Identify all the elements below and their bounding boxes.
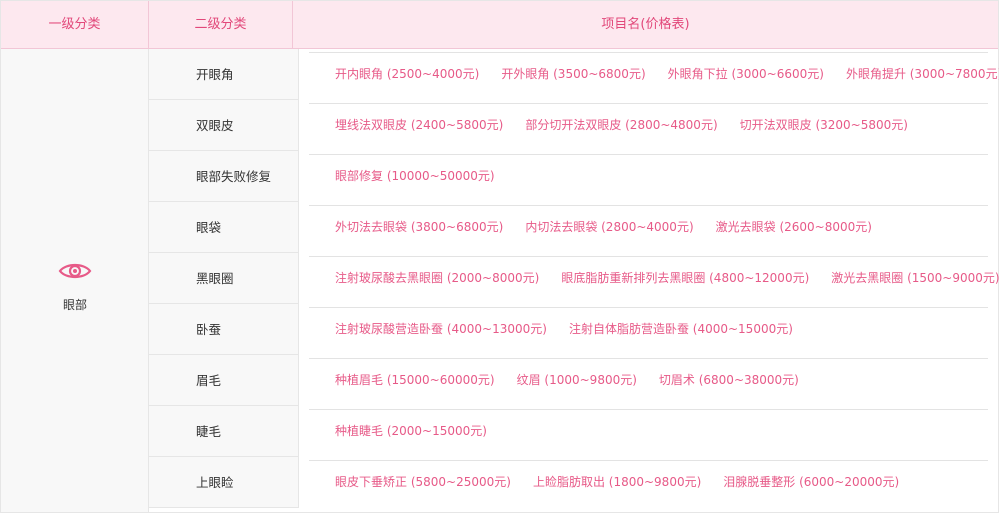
project-link[interactable]: 眼底脂肪重新排列去黑眼圈 (4800~12000元) — [561, 271, 809, 285]
project-links: 注射玻尿酸去黑眼圈 (2000~8000元) 眼底脂肪重新排列去黑眼圈 (4800… — [335, 253, 999, 304]
project-list-cell: 眼皮下垂矫正 (5800~25000元) 上睑脂肪取出 (1800~9800元) 泪… — [299, 457, 998, 508]
table-row: 睫毛 种植睫毛 (2000~15000元) — [149, 406, 998, 457]
project-list-cell: 种植眉毛 (15000~60000元) 纹眉 (1000~9800元) 切眉术 (6… — [299, 355, 998, 406]
project-link[interactable]: 激光去眼袋 (2600~8000元) — [716, 220, 872, 234]
secondary-category-cell: 眉毛 — [149, 355, 299, 406]
project-links: 注射玻尿酸营造卧蚕 (4000~13000元) 注射自体脂肪营造卧蚕 (4000~… — [335, 304, 815, 355]
project-link[interactable]: 部分切开法双眼皮 (2800~4800元) — [525, 118, 717, 132]
project-link[interactable]: 开内眼角 (2500~4000元) — [335, 67, 479, 81]
project-link[interactable]: 外眼角下拉 (3000~6600元) — [668, 67, 824, 81]
project-link[interactable]: 泪腺脱垂整形 (6000~20000元) — [723, 475, 899, 489]
project-link[interactable]: 眼部修复 (10000~50000元) — [335, 169, 495, 183]
header-secondary-category: 二级分类 — [149, 1, 293, 49]
project-link[interactable]: 纹眉 (1000~9800元) — [517, 373, 637, 387]
project-links: 外切法去眼袋 (3800~6800元) 内切法去眼袋 (2800~4000元) 激光… — [335, 202, 894, 253]
eye-icon — [58, 263, 92, 279]
table-row: 上眼睑 眼皮下垂矫正 (5800~25000元) 上睑脂肪取出 (1800~9800… — [149, 457, 998, 508]
header-project-price: 项目名(价格表) — [601, 17, 690, 32]
project-link[interactable]: 外眼角提升 (3000~7800元) — [846, 67, 999, 81]
table-row: 开眼角 开内眼角 (2500~4000元) 开外眼角 (3500~6800元) 外眼角… — [149, 49, 999, 100]
project-list-cell: 种植睫毛 (2000~15000元) — [299, 406, 998, 457]
project-list-cell: 注射玻尿酸去黑眼圈 (2000~8000元) 眼底脂肪重新排列去黑眼圈 (4800… — [299, 253, 999, 304]
project-links: 种植睫毛 (2000~15000元) — [335, 406, 509, 457]
project-link[interactable]: 种植眉毛 (15000~60000元) — [335, 373, 495, 387]
project-link[interactable]: 切眉术 (6800~38000元) — [659, 373, 799, 387]
table-row: 黑眼圈 注射玻尿酸去黑眼圈 (2000~8000元) 眼底脂肪重新排列去黑眼圈 (4… — [149, 253, 999, 304]
project-link[interactable]: 开外眼角 (3500~6800元) — [501, 67, 645, 81]
secondary-category-label: 眼部失败修复 — [196, 169, 272, 184]
project-list-cell: 外切法去眼袋 (3800~6800元) 内切法去眼袋 (2800~4000元) 激光… — [299, 202, 998, 253]
project-link[interactable]: 眼皮下垂矫正 (5800~25000元) — [335, 475, 511, 489]
secondary-category-label: 睫毛 — [196, 424, 222, 439]
project-link[interactable]: 注射玻尿酸去黑眼圈 (2000~8000元) — [335, 271, 539, 285]
secondary-category-label: 开眼角 — [196, 67, 234, 82]
project-link[interactable]: 注射自体脂肪营造卧蚕 (4000~15000元) — [569, 322, 793, 336]
secondary-category-cell: 开眼角 — [149, 49, 299, 100]
secondary-category-label: 眉毛 — [196, 373, 222, 388]
secondary-category-label: 双眼皮 — [196, 118, 234, 133]
secondary-category-cell: 眼部失败修复 — [149, 151, 299, 202]
table-row: 眉毛 种植眉毛 (15000~60000元) 纹眉 (1000~9800元) 切眉术 … — [149, 355, 998, 406]
secondary-category-cell: 黑眼圈 — [149, 253, 299, 304]
primary-category-label: 眼部 — [62, 298, 87, 312]
project-list-cell: 开内眼角 (2500~4000元) 开外眼角 (3500~6800元) 外眼角下拉 … — [299, 49, 999, 100]
project-link[interactable]: 内切法去眼袋 (2800~4000元) — [525, 220, 693, 234]
project-link[interactable]: 种植睫毛 (2000~15000元) — [335, 424, 487, 438]
secondary-category-cell: 双眼皮 — [149, 100, 299, 151]
project-link[interactable]: 上睑脂肪取出 (1800~9800元) — [533, 475, 701, 489]
secondary-category-label: 眼袋 — [196, 220, 222, 235]
project-link[interactable]: 外切法去眼袋 (3800~6800元) — [335, 220, 503, 234]
table-body: 开眼角 开内眼角 (2500~4000元) 开外眼角 (3500~6800元) 外眼角… — [149, 49, 999, 508]
table-row: 双眼皮 埋线法双眼皮 (2400~5800元) 部分切开法双眼皮 (2800~480… — [149, 100, 998, 151]
project-link[interactable]: 切开法双眼皮 (3200~5800元) — [740, 118, 908, 132]
price-table: 一级分类 二级分类 项目名(价格表) 眼部 开眼角 开内眼角 (2500~4000… — [0, 0, 999, 513]
secondary-category-label: 卧蚕 — [196, 322, 222, 337]
secondary-category-label: 黑眼圈 — [196, 271, 234, 286]
table-row: 眼袋 外切法去眼袋 (3800~6800元) 内切法去眼袋 (2800~4000元)… — [149, 202, 998, 253]
table-row: 卧蚕 注射玻尿酸营造卧蚕 (4000~13000元) 注射自体脂肪营造卧蚕 (400… — [149, 304, 998, 355]
project-links: 开内眼角 (2500~4000元) 开外眼角 (3500~6800元) 外眼角下拉 … — [335, 49, 999, 100]
secondary-category-cell: 睫毛 — [149, 406, 299, 457]
secondary-category-cell: 卧蚕 — [149, 304, 299, 355]
project-links: 眼部修复 (10000~50000元) — [335, 151, 517, 202]
table-header: 一级分类 二级分类 项目名(价格表) — [1, 1, 998, 49]
project-list-cell: 注射玻尿酸营造卧蚕 (4000~13000元) 注射自体脂肪营造卧蚕 (4000~… — [299, 304, 998, 355]
secondary-category-cell: 上眼睑 — [149, 457, 299, 508]
project-link[interactable]: 激光去黑眼圈 (1500~9000元) — [831, 271, 999, 285]
project-links: 埋线法双眼皮 (2400~5800元) 部分切开法双眼皮 (2800~4800元)… — [335, 100, 930, 151]
project-link[interactable]: 注射玻尿酸营造卧蚕 (4000~13000元) — [335, 322, 547, 336]
project-links: 眼皮下垂矫正 (5800~25000元) 上睑脂肪取出 (1800~9800元) 泪… — [335, 457, 921, 508]
table-row: 眼部失败修复 眼部修复 (10000~50000元) — [149, 151, 998, 202]
project-list-cell: 眼部修复 (10000~50000元) — [299, 151, 998, 202]
header-primary-category: 一级分类 — [1, 1, 149, 49]
project-list-cell: 埋线法双眼皮 (2400~5800元) 部分切开法双眼皮 (2800~4800元)… — [299, 100, 998, 151]
secondary-category-cell: 眼袋 — [149, 202, 299, 253]
secondary-category-label: 上眼睑 — [196, 475, 234, 490]
project-link[interactable]: 埋线法双眼皮 (2400~5800元) — [335, 118, 503, 132]
project-links: 种植眉毛 (15000~60000元) 纹眉 (1000~9800元) 切眉术 (6… — [335, 355, 821, 406]
primary-category-cell: 眼部 — [1, 49, 149, 512]
